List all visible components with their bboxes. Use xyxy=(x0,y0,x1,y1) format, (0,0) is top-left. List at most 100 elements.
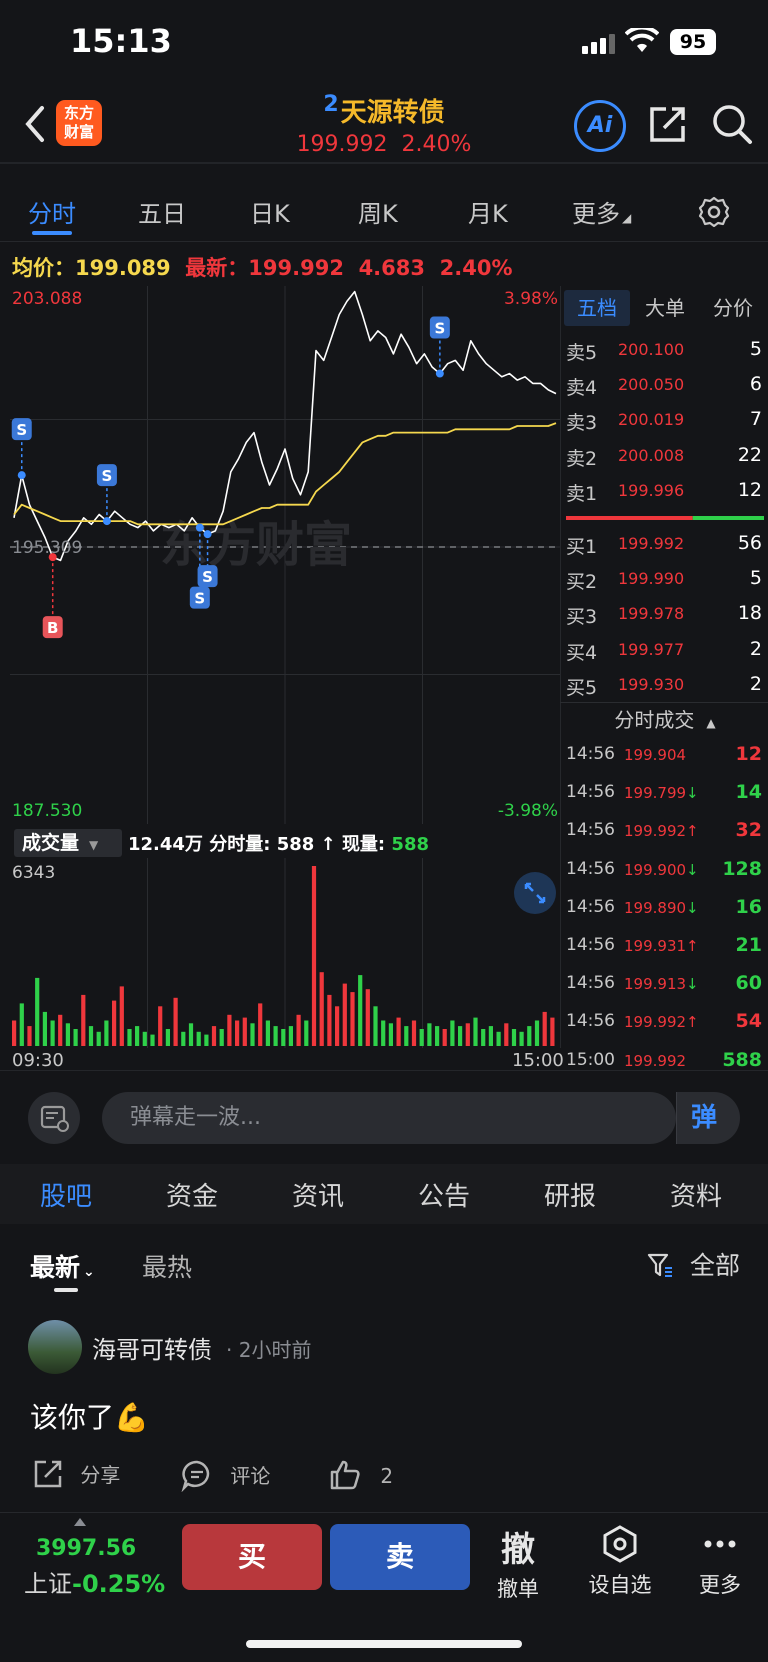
level-price: 199.978 xyxy=(618,604,685,624)
level-qty: 2 xyxy=(749,672,762,695)
volume-bar xyxy=(35,977,40,1046)
volume-bar xyxy=(181,1031,186,1046)
trade-direction: ↑ xyxy=(686,937,699,955)
trade-direction: ↓ xyxy=(686,860,699,879)
tab-research[interactable]: 研报 xyxy=(544,1176,596,1213)
tab-big-orders[interactable]: 大单 xyxy=(632,290,698,326)
volume-bar xyxy=(135,1026,140,1046)
trade-time: 14:56 xyxy=(566,896,615,917)
trades-title[interactable]: 分时成交 ▲ xyxy=(566,704,764,733)
volume-bar xyxy=(527,1026,532,1046)
ask-level-row[interactable]: 卖1 199.996 12 xyxy=(566,475,764,509)
volume-summary: 12.44万 分时量: 588 ↑ 现量: 588 xyxy=(128,834,429,855)
comment-action[interactable]: 评论 xyxy=(180,1458,270,1493)
gear-icon[interactable] xyxy=(698,196,730,232)
sort-latest[interactable]: 最新 ⌄ xyxy=(30,1248,95,1284)
bid-level-row[interactable]: 买4 199.977 2 xyxy=(566,634,764,668)
volume-bar xyxy=(350,992,355,1046)
volume-bar xyxy=(273,1026,278,1046)
share-icon[interactable] xyxy=(648,104,688,148)
tab-weekly-k[interactable]: 周K xyxy=(358,194,398,229)
buy-button[interactable]: 买 xyxy=(182,1524,322,1590)
share-icon xyxy=(34,1460,62,1488)
tab-forum[interactable]: 股吧 xyxy=(40,1176,92,1213)
tab-funds[interactable]: 资金 xyxy=(166,1176,218,1213)
tab-announcements[interactable]: 公告 xyxy=(418,1176,470,1213)
post-author[interactable]: 海哥可转债 xyxy=(92,1330,212,1365)
ask-level-row[interactable]: 卖3 200.019 7 xyxy=(566,404,764,438)
index-value[interactable]: 3997.56 xyxy=(36,1536,136,1561)
level-price: 199.930 xyxy=(618,674,685,694)
tab-daily-k[interactable]: 日K xyxy=(250,194,290,229)
tab-intraday[interactable]: 分时 xyxy=(28,194,76,229)
bid-level-row[interactable]: 买2 199.990 5 xyxy=(566,563,764,597)
trade-row: 14:56 199.904 12 xyxy=(566,738,764,774)
add-watchlist-button[interactable]: 设自选 xyxy=(582,1524,658,1599)
ask-level-row[interactable]: 卖2 200.008 22 xyxy=(566,440,764,474)
danmaku-send-button[interactable]: 弹 xyxy=(676,1092,740,1144)
volume-bar xyxy=(119,986,124,1046)
sort-hot[interactable]: 最热 xyxy=(142,1248,192,1284)
trade-price: 199.913↓ xyxy=(624,975,699,994)
search-icon[interactable] xyxy=(710,102,754,150)
bid-level-row[interactable]: 买3 199.978 18 xyxy=(566,598,764,632)
trade-time: 14:56 xyxy=(566,935,615,955)
stock-index-badge: 2 xyxy=(323,92,339,118)
intraday-price-chart[interactable]: 东方财富203.088 3.98%195.309187.530 -3.98%SBSS… xyxy=(10,286,560,824)
tab-monthly-k[interactable]: 月K xyxy=(468,194,508,229)
quote-info-line: 均价：199.089 最新：199.992 4.683 2.40% xyxy=(12,252,512,282)
trade-qty: 128 xyxy=(722,857,762,880)
ratio-red xyxy=(566,516,693,520)
post-body[interactable]: 该你了💪 xyxy=(30,1396,149,1436)
bid-level-row[interactable]: 买1 199.992 56 xyxy=(566,528,764,562)
trade-qty: 12 xyxy=(735,743,762,765)
volume-bar xyxy=(534,1020,540,1046)
volume-bar xyxy=(281,1029,286,1046)
y-min-label: 187.530 xyxy=(12,801,82,821)
filter-button[interactable]: 全部 xyxy=(646,1246,740,1282)
ask-level-row[interactable]: 卖5 200.100 5 xyxy=(566,334,764,368)
volume-bar xyxy=(373,1006,378,1046)
avg-value: 199.089 xyxy=(75,256,171,280)
volume-bar xyxy=(435,1026,440,1046)
volume-bar xyxy=(12,1020,17,1046)
volume-bar xyxy=(404,1026,409,1046)
trade-row: 14:56 199.931↑ 21 xyxy=(566,929,764,965)
volume-bar xyxy=(188,1023,194,1046)
tab-more[interactable]: 更多 ◢ xyxy=(572,194,631,229)
danmaku-input[interactable]: 弹幕走一波... xyxy=(102,1092,676,1144)
level-qty: 22 xyxy=(737,443,762,466)
volume-chart[interactable]: 6343 xyxy=(10,858,560,1048)
level-label: 卖4 xyxy=(566,377,598,400)
index-label[interactable]: 上证-0.25% xyxy=(24,1564,165,1599)
tab-profile[interactable]: 资料 xyxy=(670,1176,722,1213)
volume-bar xyxy=(488,1026,493,1046)
volume-bar xyxy=(258,1003,263,1046)
thumbs-up-icon xyxy=(330,1460,360,1490)
cancel-order-button[interactable]: 撤撤单 xyxy=(490,1522,546,1603)
tab-news[interactable]: 资讯 xyxy=(292,1176,344,1213)
ai-button[interactable]: Ai xyxy=(574,100,626,152)
volume-bar xyxy=(104,1020,109,1046)
volume-bar xyxy=(327,994,332,1046)
section-tabs xyxy=(0,1164,768,1224)
danmaku-settings-icon[interactable] xyxy=(28,1092,80,1144)
volume-bar xyxy=(311,866,317,1046)
ask-level-row[interactable]: 卖4 200.050 6 xyxy=(566,369,764,403)
expand-up-icon[interactable] xyxy=(74,1518,86,1526)
expand-icon[interactable] xyxy=(514,872,556,914)
tab-five-levels[interactable]: 五档 xyxy=(564,290,630,326)
volume-bar xyxy=(542,1011,547,1046)
bid-level-row[interactable]: 买5 199.930 2 xyxy=(566,669,764,703)
like-action[interactable]: 2 xyxy=(328,1458,393,1492)
volume-bar xyxy=(550,1017,555,1046)
tab-price-dist[interactable]: 分价 xyxy=(700,290,766,326)
share-action[interactable]: 分享 xyxy=(32,1458,120,1490)
indicator-select[interactable]: 成交量 ▼ xyxy=(14,829,122,857)
more-button[interactable]: 更多 xyxy=(690,1524,750,1599)
volume-bar xyxy=(150,1034,155,1046)
sell-button[interactable]: 卖 xyxy=(330,1524,470,1590)
x-axis-start: 09:30 xyxy=(12,1050,64,1071)
tab-five-day[interactable]: 五日 xyxy=(138,194,186,229)
avatar[interactable] xyxy=(28,1320,82,1374)
